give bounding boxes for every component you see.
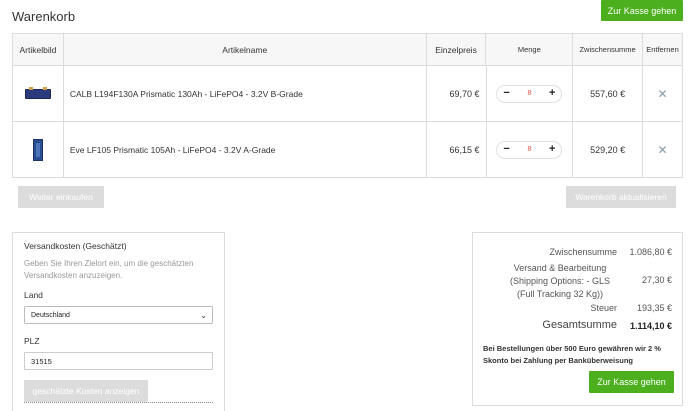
shipping-value: 27,30 € — [641, 275, 672, 285]
plus-button[interactable]: + — [549, 88, 555, 99]
zip-input[interactable]: 31515 — [24, 352, 213, 370]
header-subtotal: Zwischensumme — [572, 34, 642, 65]
shipping-row: 27,30 € — [617, 275, 672, 285]
quantity-cell: − 8 + — [485, 122, 573, 177]
row-subtotal: 529,20 € — [572, 122, 642, 177]
shipping-label: Versand & Bearbeitung (Shipping Options:… — [503, 262, 617, 301]
continue-shopping-button[interactable]: Weiter einkaufen — [18, 186, 104, 208]
battery-module-icon — [24, 86, 51, 99]
update-cart-button[interactable]: Warenkorb aktualisieren — [566, 186, 676, 208]
header-image: Artikelbild — [19, 44, 57, 55]
plus-button[interactable]: + — [549, 144, 555, 155]
page-title: Warenkorb — [12, 9, 76, 24]
unit-price: 66,15 € — [425, 122, 486, 177]
shipping-label-line: (Full Tracking 32 Kg)) — [516, 289, 604, 299]
checkout-button-bottom[interactable]: Zur Kasse gehen — [589, 371, 674, 393]
remove-icon[interactable]: ✕ — [658, 143, 668, 157]
shipping-estimate-panel: Versandkosten (Geschätzt) Geben Sie Ihre… — [12, 232, 225, 411]
remove-cell: ✕ — [642, 122, 682, 177]
product-name[interactable]: Eve LF105 Prismatic 105Ah - LiFePO4 - 3.… — [62, 122, 426, 177]
header-quantity: Menge — [485, 34, 572, 65]
checkout-button-top[interactable]: Zur Kasse gehen — [601, 0, 683, 21]
shipping-title: Versandkosten (Geschätzt) — [24, 241, 127, 251]
zip-label: PLZ — [24, 336, 40, 346]
quantity-stepper: − 8 + — [496, 84, 563, 103]
country-select[interactable]: Deutschland ⌄ — [24, 306, 213, 324]
header-name: Artikelname — [62, 34, 426, 65]
remove-icon[interactable]: ✕ — [658, 87, 668, 101]
subtotal-value: 1.086,80 € — [629, 247, 672, 257]
quantity-input[interactable]: 8 — [527, 90, 531, 97]
battery-cell-icon — [32, 138, 43, 161]
country-value: Deutschland — [31, 311, 70, 319]
minus-button[interactable]: − — [503, 88, 509, 99]
unit-price: 69,70 € — [425, 66, 486, 121]
quantity-stepper: − 8 + — [496, 140, 563, 159]
tax-value: 193,35 € — [636, 303, 672, 313]
grand-total-row: Gesamtsumme 1.114,10 € — [542, 319, 672, 331]
totals-panel: Zwischensumme 1.086,80 € Versand & Bearb… — [472, 232, 683, 406]
shipping-description: Geben Sie Ihren Zielort ein, um die gesc… — [24, 259, 194, 280]
header-unit-price: Einzelpreis — [425, 34, 486, 65]
grand-total-label: Gesamtsumme — [542, 319, 617, 331]
tax-label: Steuer — [590, 303, 617, 313]
subtotal-row: Zwischensumme 1.086,80 € — [549, 247, 672, 257]
row-subtotal: 557,60 € — [572, 66, 642, 121]
shipping-label-line: Versand & Bearbeitung — [513, 263, 607, 273]
minus-button[interactable]: − — [503, 144, 509, 155]
product-image[interactable] — [13, 66, 63, 121]
country-label: Land — [24, 290, 43, 300]
chevron-down-icon: ⌄ — [200, 310, 207, 320]
table-row: Eve LF105 Prismatic 105Ah - LiFePO4 - 3.… — [13, 121, 682, 177]
estimate-shipping-button[interactable]: geschätzte Kosten anzeigen — [24, 380, 148, 402]
remove-cell: ✕ — [642, 66, 682, 121]
table-row: CALB L194F130A Prismatic 130Ah - LiFePO4… — [13, 65, 682, 121]
shipping-label-line: (Shipping Options: - GLS — [509, 276, 611, 286]
product-image[interactable] — [13, 122, 63, 177]
cart-table: Artikelbild Artikelname Einzelpreis Meng… — [12, 33, 683, 178]
grand-total-value: 1.114,10 € — [629, 321, 672, 331]
table-header: Artikelbild Artikelname Einzelpreis Meng… — [13, 34, 682, 65]
divider — [24, 402, 213, 403]
discount-note: Bei Bestellungen über 500 Euro gewähren … — [483, 344, 661, 365]
tax-row: Steuer 193,35 € — [590, 303, 672, 313]
header-remove: Entfernen — [641, 34, 682, 65]
product-name[interactable]: CALB L194F130A Prismatic 130Ah - LiFePO4… — [62, 66, 426, 121]
subtotal-label: Zwischensumme — [549, 247, 617, 257]
quantity-input[interactable]: 8 — [527, 146, 531, 153]
quantity-cell: − 8 + — [485, 66, 573, 121]
